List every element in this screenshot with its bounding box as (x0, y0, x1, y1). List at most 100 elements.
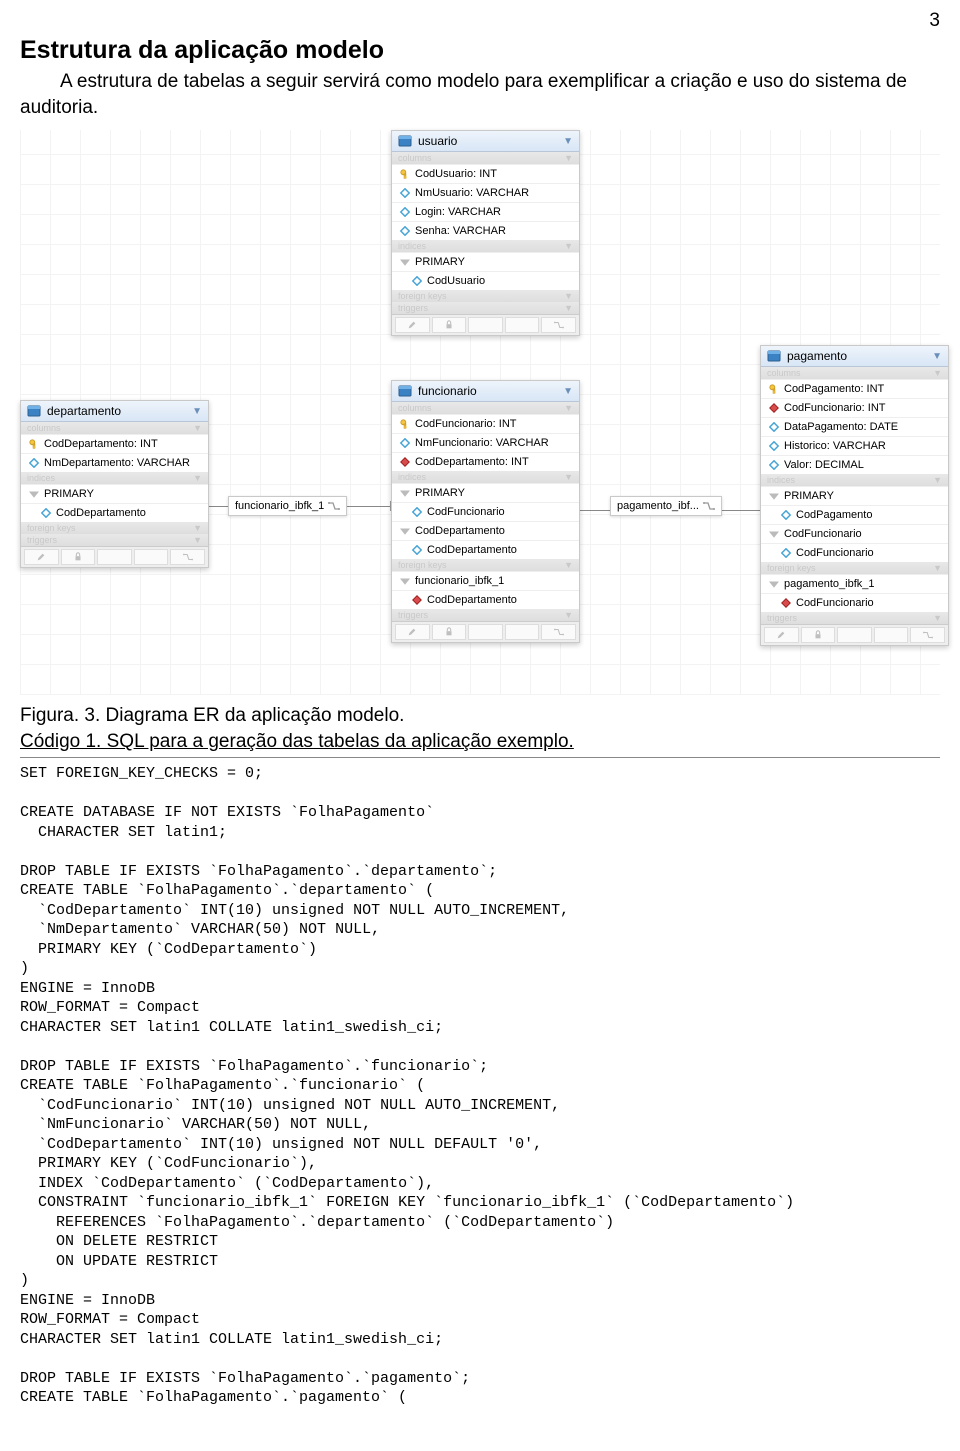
column-row: CodUsuario: INT (392, 164, 579, 183)
table-toolbar (21, 546, 208, 567)
key-icon (400, 169, 410, 179)
rel-icon[interactable] (183, 552, 193, 562)
table-departamento: departamento ▼ columns▼ CodDepartamento:… (20, 400, 209, 568)
index-col-row: CodUsuario (392, 271, 579, 290)
table-funcionario: funcionario ▼ columns▼ CodFuncionario: I… (391, 380, 580, 643)
tri-icon (769, 529, 779, 539)
index-row: PRIMARY (21, 484, 208, 503)
column-row: NmUsuario: VARCHAR (392, 183, 579, 202)
tri-icon (400, 257, 410, 267)
dia-icon (29, 458, 39, 468)
red-icon (781, 598, 791, 608)
table-toolbar (761, 624, 948, 645)
index-col-row: CodDepartamento (392, 590, 579, 609)
tri-icon (769, 491, 779, 501)
figure-caption: Figura. 3. Diagrama ER da aplicação mode… (20, 705, 940, 727)
column-row: NmFuncionario: VARCHAR (392, 433, 579, 452)
red-icon (412, 595, 422, 605)
column-row: CodFuncionario: INT (761, 398, 948, 417)
red-icon (769, 403, 779, 413)
lock-icon[interactable] (813, 630, 823, 640)
index-row: pagamento_ibfk_1 (761, 574, 948, 593)
table-header[interactable]: usuario ▼ (392, 131, 579, 152)
table-icon (27, 404, 41, 418)
rel-icon[interactable] (923, 630, 933, 640)
table-icon (398, 384, 412, 398)
pencil-icon[interactable] (407, 320, 417, 330)
column-row: CodDepartamento: INT (392, 452, 579, 471)
dia-icon (400, 226, 410, 236)
chevron-down-icon: ▼ (563, 386, 573, 397)
rel-icon (703, 500, 715, 512)
pencil-icon[interactable] (36, 552, 46, 562)
chevron-down-icon: ▼ (563, 136, 573, 147)
column-row: CodPagamento: INT (761, 379, 948, 398)
table-icon (398, 134, 412, 148)
tri-icon (400, 526, 410, 536)
tri-icon (769, 579, 779, 589)
dia-icon (400, 188, 410, 198)
dia-icon (769, 441, 779, 451)
lock-icon[interactable] (444, 320, 454, 330)
tri-icon (400, 488, 410, 498)
dia-icon (400, 438, 410, 448)
table-pagamento: pagamento ▼ columns▼ CodPagamento: INTCo… (760, 345, 949, 646)
key-icon (400, 419, 410, 429)
dia-icon (41, 508, 51, 518)
column-row: Valor: DECIMAL (761, 455, 948, 474)
index-row: funcionario_ibfk_1 (392, 571, 579, 590)
column-row: CodFuncionario: INT (392, 414, 579, 433)
index-col-row: CodFuncionario (761, 593, 948, 612)
pencil-icon[interactable] (407, 627, 417, 637)
index-col-row: CodDepartamento (392, 540, 579, 559)
index-row: PRIMARY (392, 252, 579, 271)
rel-icon[interactable] (554, 320, 564, 330)
table-header[interactable]: departamento ▼ (21, 401, 208, 422)
rel-icon (328, 500, 340, 512)
dia-icon (769, 460, 779, 470)
tri-icon (29, 489, 39, 499)
dia-icon (412, 507, 422, 517)
fk-label-pagamento: pagamento_ibf... (610, 496, 722, 516)
fk-label-funcionario: funcionario_ibfk_1 (228, 496, 347, 516)
index-col-row: CodDepartamento (21, 503, 208, 522)
key-icon (769, 384, 779, 394)
table-toolbar (392, 621, 579, 642)
dia-icon (781, 510, 791, 520)
index-col-row: CodFuncionario (761, 543, 948, 562)
er-diagram: ⊢ ⊢ funcionario_ibfk_1 pagamento_ibf... … (20, 130, 940, 695)
column-row: Senha: VARCHAR (392, 221, 579, 240)
column-row: DataPagamento: DATE (761, 417, 948, 436)
rel-icon[interactable] (554, 627, 564, 637)
table-header[interactable]: pagamento ▼ (761, 346, 948, 367)
index-row: CodDepartamento (392, 521, 579, 540)
column-row: Login: VARCHAR (392, 202, 579, 221)
column-row: NmDepartamento: VARCHAR (21, 453, 208, 472)
table-toolbar (392, 314, 579, 335)
divider (20, 757, 940, 758)
page-number: 3 (20, 10, 940, 32)
table-header[interactable]: funcionario ▼ (392, 381, 579, 402)
chevron-down-icon: ▼ (932, 351, 942, 362)
dia-icon (769, 422, 779, 432)
tri-icon (400, 576, 410, 586)
intro-paragraph: A estrutura de tabelas a seguir servirá … (20, 69, 940, 120)
code-title: Código 1. SQL para a geração das tabelas… (20, 731, 940, 753)
red-icon (400, 457, 410, 467)
index-row: CodFuncionario (761, 524, 948, 543)
index-col-row: CodFuncionario (392, 502, 579, 521)
chevron-down-icon: ▼ (192, 406, 202, 417)
sql-code-block: SET FOREIGN_KEY_CHECKS = 0; CREATE DATAB… (20, 764, 940, 1408)
lock-icon[interactable] (73, 552, 83, 562)
index-row: PRIMARY (392, 483, 579, 502)
index-col-row: CodPagamento (761, 505, 948, 524)
index-row: PRIMARY (761, 486, 948, 505)
dia-icon (400, 207, 410, 217)
lock-icon[interactable] (444, 627, 454, 637)
column-row: Historico: VARCHAR (761, 436, 948, 455)
page-heading: Estrutura da aplicação modelo (20, 36, 940, 65)
table-icon (767, 349, 781, 363)
pencil-icon[interactable] (776, 630, 786, 640)
dia-icon (412, 545, 422, 555)
dia-icon (412, 276, 422, 286)
